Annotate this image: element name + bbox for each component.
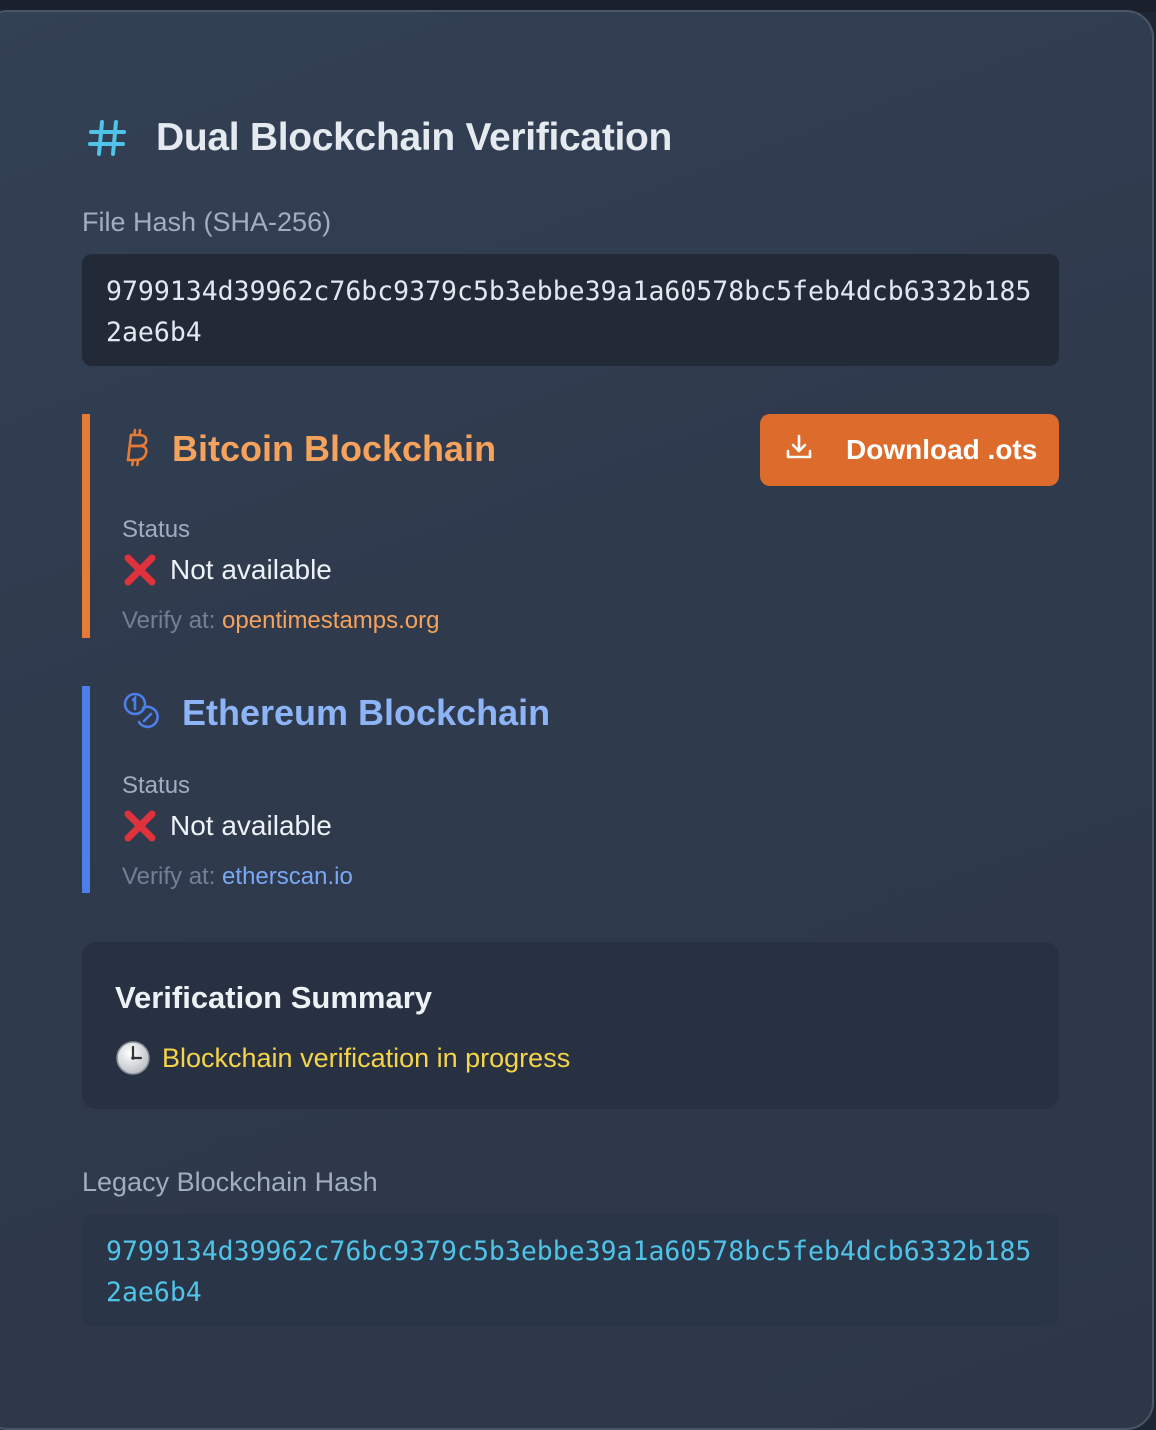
legacy-hash-value[interactable]: 9799134d39962c76bc9379c5b3ebbe39a1a60578… xyxy=(82,1214,1059,1326)
ethereum-verify-prefix: Verify at: xyxy=(122,863,216,890)
summary-title: Verification Summary xyxy=(115,980,433,1015)
summary-status: Blockchain verification in progress xyxy=(115,1040,570,1076)
ethereum-header: Ethereum Blockchain xyxy=(122,690,550,736)
ethereum-status-label: Status xyxy=(122,772,191,799)
bitcoin-verify-prefix: Verify at: xyxy=(122,607,216,634)
cross-mark-icon xyxy=(124,554,156,586)
ethereum-status: Not available xyxy=(122,808,332,844)
cross-mark-icon xyxy=(124,810,156,842)
opentimestamps-link[interactable]: opentimestamps.org xyxy=(222,607,439,634)
file-hash-label: File Hash (SHA-256) xyxy=(82,207,332,237)
bitcoin-status-value: Not available xyxy=(170,554,332,585)
legacy-hash-label: Legacy Blockchain Hash xyxy=(82,1167,378,1197)
page-title: Dual Blockchain Verification xyxy=(156,116,673,159)
verification-summary: Verification Summary Blockchain verifica… xyxy=(82,942,1059,1109)
download-icon xyxy=(784,432,814,469)
bitcoin-status: Not available xyxy=(122,552,332,588)
bitcoin-icon xyxy=(122,427,152,472)
ethereum-verify-line: Verify at: etherscan.io xyxy=(122,863,353,891)
clock-icon xyxy=(116,1041,150,1075)
card-header: Dual Blockchain Verification xyxy=(82,112,672,164)
hash-icon xyxy=(84,115,130,161)
bitcoin-verify-line: Verify at: opentimestamps.org xyxy=(122,607,440,635)
download-ots-label: Download .ots xyxy=(846,434,1038,465)
ethereum-title: Ethereum Blockchain xyxy=(182,692,551,733)
bitcoin-header: Bitcoin Blockchain xyxy=(122,426,496,472)
verification-card: Dual Blockchain Verification File Hash (… xyxy=(0,10,1154,1430)
summary-status-text: Blockchain verification in progress xyxy=(162,1042,571,1073)
ethereum-status-value: Not available xyxy=(170,810,332,841)
ethereum-section: Ethereum Blockchain Status Not available… xyxy=(82,686,1059,893)
download-ots-button[interactable]: Download .ots xyxy=(760,414,1059,486)
file-hash-value[interactable]: 9799134d39962c76bc9379c5b3ebbe39a1a60578… xyxy=(82,254,1059,366)
bitcoin-title: Bitcoin Blockchain xyxy=(172,428,497,469)
etherscan-link[interactable]: etherscan.io xyxy=(222,863,353,890)
bitcoin-status-label: Status xyxy=(122,516,191,543)
coins-icon xyxy=(122,691,162,736)
bitcoin-section: Bitcoin Blockchain Download .ots Status xyxy=(82,414,1059,638)
